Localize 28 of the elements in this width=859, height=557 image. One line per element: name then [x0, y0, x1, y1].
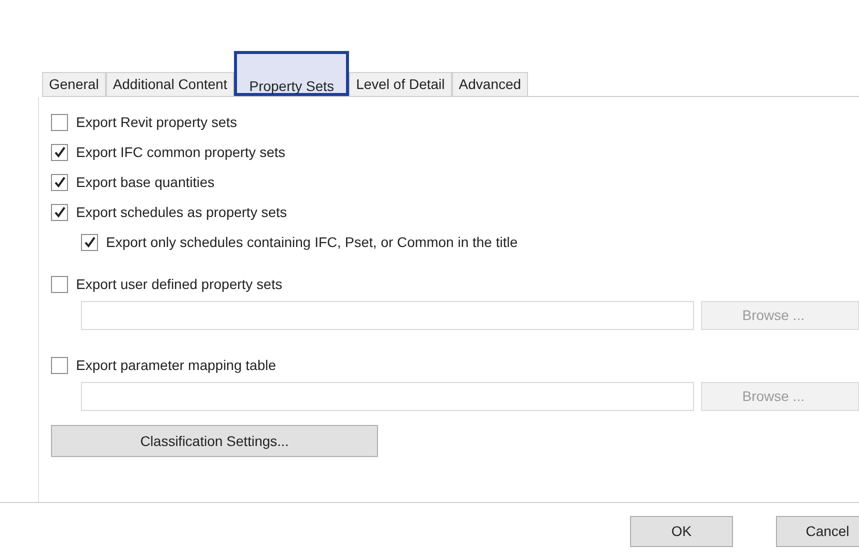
checkmark-icon — [54, 206, 66, 218]
checkbox-label: Export only schedules containing IFC, Pset, or Common in the title — [106, 232, 518, 252]
checkbox[interactable] — [51, 356, 68, 374]
checkbox-label: Export parameter mapping table — [76, 356, 276, 375]
checkmark-icon — [84, 236, 96, 248]
tab[interactable]: Property Sets — [234, 51, 350, 96]
checkbox-label: Export base quantities — [76, 172, 215, 192]
checkmark-icon — [54, 176, 66, 188]
tab[interactable]: Advanced — [452, 72, 528, 96]
checkbox-label: Export IFC common property sets — [76, 142, 286, 162]
dialog-button[interactable]: Cancel — [776, 516, 859, 547]
checkbox[interactable] — [81, 234, 98, 250]
checkbox-label: Export schedules as property sets — [76, 202, 287, 222]
checkbox[interactable] — [51, 276, 68, 292]
path-field[interactable] — [81, 301, 694, 330]
tab[interactable]: Level of Detail — [349, 72, 452, 96]
checkbox[interactable] — [51, 204, 68, 220]
dialog-button[interactable]: OK — [630, 516, 733, 547]
checkbox-label: Export user defined property sets — [76, 274, 282, 294]
checkbox[interactable] — [51, 114, 68, 130]
tab[interactable]: General — [42, 72, 106, 96]
classification-settings-button[interactable]: Classification Settings... — [51, 425, 378, 457]
tab[interactable]: Additional Content — [106, 72, 234, 96]
path-field[interactable] — [81, 382, 694, 411]
checkbox[interactable] — [51, 174, 68, 190]
checkbox[interactable] — [51, 144, 68, 160]
checkmark-icon — [54, 146, 66, 158]
checkbox-label: Export Revit property sets — [76, 112, 238, 132]
